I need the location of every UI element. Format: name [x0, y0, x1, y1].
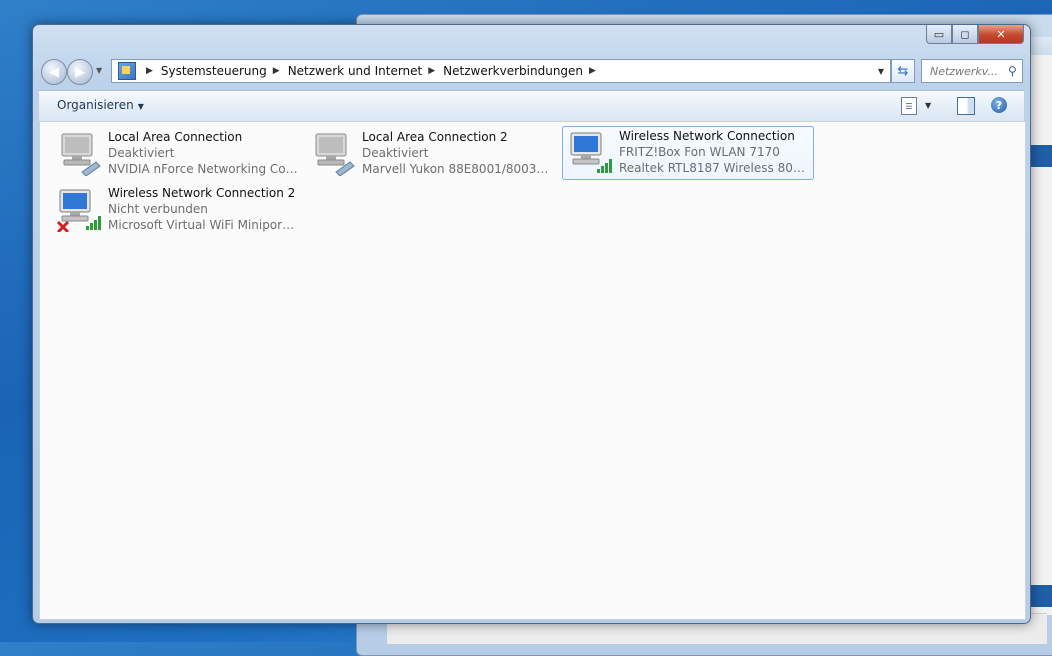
back-arrow-icon: ◀	[49, 64, 59, 80]
connection-status: Deaktiviert	[362, 146, 429, 160]
search-icon[interactable]: ⚲	[1008, 64, 1017, 78]
wired-network-disabled-icon	[61, 133, 101, 176]
breadcrumb-netzwerk-und-internet[interactable]: Netzwerk und Internet	[288, 64, 423, 78]
network-connections-window: ▭ ◻ ✕ ◀ ▶ ▼ ▶ Systemsteuerung ▶ Netzwerk…	[32, 24, 1031, 624]
connection-device: NVIDIA nForce Networking Contr...	[108, 162, 298, 176]
command-bar: Organisieren ▼ ☰ ▼ ?	[39, 90, 1024, 122]
address-row: ◀ ▶ ▼ ▶ Systemsteuerung ▶ Netzwerk und I…	[39, 56, 1024, 86]
address-bar[interactable]: ▶ Systemsteuerung ▶ Netzwerk und Interne…	[111, 59, 891, 83]
connection-name: Wireless Network Connection 2	[108, 186, 296, 200]
connections-list: Local Area Connection Deaktiviert NVIDIA…	[39, 121, 1026, 620]
connection-status: Deaktiviert	[108, 146, 175, 160]
change-view-icon[interactable]: ☰	[901, 97, 917, 115]
refresh-icon: ⇆	[897, 63, 909, 79]
chevron-right-icon[interactable]: ▶	[146, 66, 153, 76]
minimize-button[interactable]: ▭	[926, 25, 952, 44]
connection-status: FRITZ!Box Fon WLAN 7170	[619, 145, 780, 159]
connection-item-local-area-connection-2[interactable]: Local Area Connection 2 Deaktiviert Marv…	[306, 128, 556, 180]
control-panel-icon	[118, 62, 136, 80]
chevron-right-icon[interactable]: ▶	[273, 66, 280, 76]
connection-name: Local Area Connection	[108, 130, 243, 144]
preview-pane-icon[interactable]	[957, 97, 975, 115]
wireless-network-error-icon	[56, 189, 101, 232]
chevron-right-icon[interactable]: ▶	[428, 66, 435, 76]
wired-network-disabled-icon	[315, 133, 355, 176]
breadcrumb-netzwerkverbindungen[interactable]: Netzwerkverbindungen	[443, 64, 583, 78]
recent-pages-dropdown-icon[interactable]: ▼	[96, 66, 102, 75]
address-dropdown-icon[interactable]: ▼	[878, 67, 884, 76]
maximize-button[interactable]: ◻	[952, 25, 978, 44]
breadcrumb-systemsteuerung[interactable]: Systemsteuerung	[161, 64, 267, 78]
connection-item-local-area-connection[interactable]: Local Area Connection Deaktiviert NVIDIA…	[52, 128, 302, 180]
chevron-down-icon: ▼	[137, 102, 144, 111]
connection-item-wireless-network-connection[interactable]: Wireless Network Connection FRITZ!Box Fo…	[562, 126, 814, 180]
refresh-button[interactable]: ⇆	[891, 59, 915, 83]
forward-button[interactable]: ▶	[67, 59, 93, 85]
connection-name: Wireless Network Connection	[619, 129, 795, 143]
window-controls: ▭ ◻ ✕	[926, 25, 1024, 44]
forward-arrow-icon: ▶	[75, 64, 85, 80]
connection-status: Nicht verbunden	[108, 202, 208, 216]
close-button[interactable]: ✕	[978, 25, 1024, 44]
chevron-right-icon[interactable]: ▶	[589, 66, 596, 76]
help-icon[interactable]: ?	[991, 97, 1007, 113]
connection-name: Local Area Connection 2	[362, 130, 508, 144]
connection-device: Microsoft Virtual WiFi Miniport A...	[108, 218, 298, 232]
back-button[interactable]: ◀	[41, 59, 67, 85]
organize-button[interactable]: Organisieren ▼	[57, 98, 144, 112]
search-box[interactable]: ⚲	[921, 59, 1023, 83]
connection-device: Marvell Yukon 88E8001/8003/801...	[362, 162, 552, 176]
view-options-dropdown-icon[interactable]: ▼	[925, 97, 931, 113]
connection-item-wireless-network-connection-2[interactable]: Wireless Network Connection 2 Nicht verb…	[52, 184, 302, 236]
search-input[interactable]	[928, 63, 1008, 79]
wireless-network-connected-icon	[570, 132, 612, 173]
connection-device: Realtek RTL8187 Wireless 802.11b...	[619, 161, 809, 175]
